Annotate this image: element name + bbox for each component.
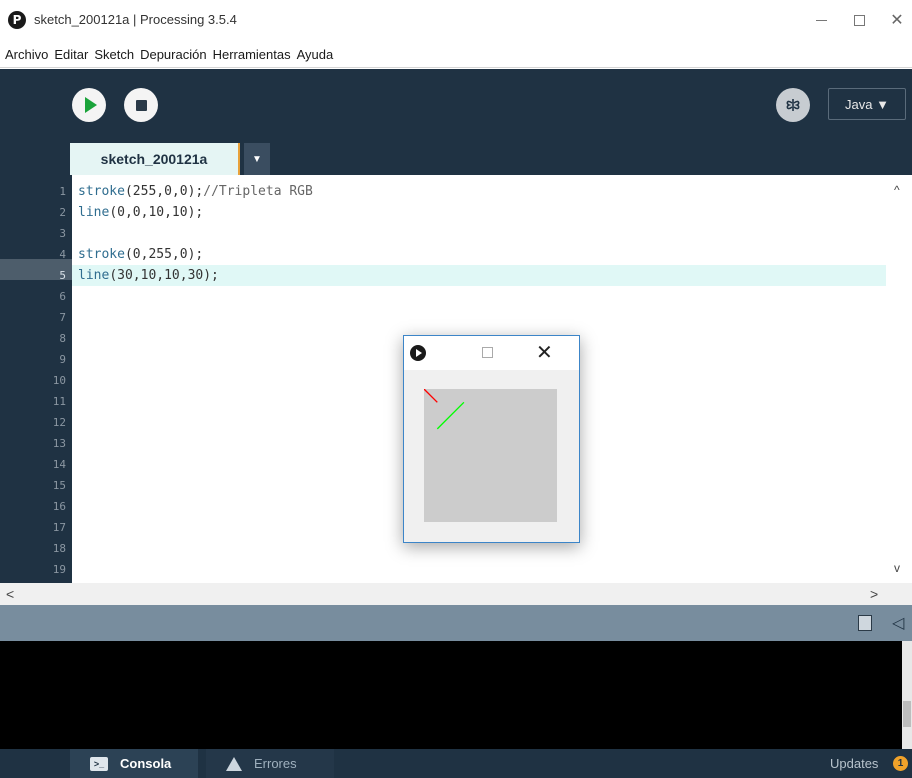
window-title: sketch_200121a | Processing 3.5.4 xyxy=(34,12,237,27)
footer-bar: >_ Consola Errores Updates 1 xyxy=(0,749,912,778)
collapse-icon[interactable]: ◁ xyxy=(892,613,904,633)
code-function: line xyxy=(78,268,110,283)
scroll-left-icon[interactable]: < xyxy=(6,586,14,602)
line-number-gutter: 1 2 3 4 5 6 7 8 9 10 11 12 13 14 15 16 17 18 19 xyxy=(0,175,72,583)
scroll-down-icon[interactable]: v xyxy=(894,561,900,575)
tab-sketch[interactable]: sketch_200121a xyxy=(70,143,240,175)
close-button[interactable]: ✕ xyxy=(874,0,912,40)
code-function: stroke xyxy=(78,247,125,262)
scroll-right-icon[interactable]: > xyxy=(870,586,878,602)
line-number: 10 xyxy=(52,374,66,387)
editor-vertical-scrollbar[interactable]: ^ v xyxy=(886,175,912,583)
code-line-4[interactable]: stroke(0,255,0); xyxy=(72,244,886,265)
code-line-5[interactable]: line(30,10,10,30); xyxy=(72,265,886,286)
updates-badge[interactable]: 1 xyxy=(893,756,908,771)
sketch-close-button[interactable]: ✕ xyxy=(536,340,553,365)
line-number: 1 xyxy=(59,185,66,198)
console-scroll-thumb[interactable] xyxy=(903,701,911,727)
line-number: 16 xyxy=(52,500,66,513)
sketch-canvas xyxy=(424,389,557,522)
sketch-maximize-button[interactable] xyxy=(482,347,493,358)
editor-horizontal-scrollbar[interactable]: < > xyxy=(0,583,912,605)
console-header: ◁ xyxy=(0,605,912,641)
butterfly-icon xyxy=(786,99,800,111)
minimize-icon xyxy=(815,19,827,21)
sketch-window-titlebar: ✕ xyxy=(404,336,579,370)
play-icon xyxy=(85,97,97,113)
line-number: 15 xyxy=(52,479,66,492)
menu-depuracion[interactable]: Depuración xyxy=(137,47,210,62)
line-number: 3 xyxy=(59,227,66,240)
code-comment: //Tripleta RGB xyxy=(203,184,313,199)
stop-icon xyxy=(135,99,147,111)
line-number: 11 xyxy=(52,395,66,408)
menu-ayuda[interactable]: Ayuda xyxy=(294,47,337,62)
sketch-output-window: ✕ xyxy=(403,335,580,543)
code-function: stroke xyxy=(78,184,125,199)
code-line-3[interactable] xyxy=(72,223,886,244)
code-line-2[interactable]: line(0,0,10,10); xyxy=(72,202,886,223)
tab-errors[interactable]: Errores xyxy=(206,749,334,778)
tab-console-label: Consola xyxy=(120,756,172,771)
line-number: 9 xyxy=(59,353,66,366)
line-number: 7 xyxy=(59,311,66,324)
menu-bar: Archivo Editar Sketch Depuración Herrami… xyxy=(0,42,912,68)
line-number: 19 xyxy=(52,563,66,576)
console-scrollbar[interactable] xyxy=(902,641,912,749)
title-bar: P sketch_200121a | Processing 3.5.4 ✕ xyxy=(0,0,912,40)
menu-editar[interactable]: Editar xyxy=(51,47,91,62)
line-number: 14 xyxy=(52,458,66,471)
sketch-line-2 xyxy=(436,401,465,430)
toolbar: Java ▼ xyxy=(0,69,912,139)
line-number: 6 xyxy=(59,290,66,303)
tab-row: sketch_200121a ▼ xyxy=(0,139,912,175)
menu-herramientas[interactable]: Herramientas xyxy=(210,47,294,62)
copy-icon[interactable] xyxy=(858,615,872,631)
code-args: (30,10,10,30); xyxy=(109,268,219,283)
line-number: 5 xyxy=(59,269,66,282)
console-icon: >_ xyxy=(90,756,108,771)
line-number: 4 xyxy=(59,248,66,261)
run-button[interactable] xyxy=(72,88,106,122)
code-args: (255,0,0); xyxy=(124,184,204,199)
tab-console[interactable]: >_ Consola xyxy=(70,749,198,778)
code-function: line xyxy=(78,205,110,220)
tab-menu-button[interactable]: ▼ xyxy=(244,143,270,175)
line-number: 8 xyxy=(59,332,66,345)
processing-logo-icon: P xyxy=(8,11,26,29)
chevron-down-icon: ▼ xyxy=(252,153,262,165)
maximize-icon xyxy=(853,14,865,26)
menu-archivo[interactable]: Archivo xyxy=(2,47,51,62)
line-number: 2 xyxy=(59,206,66,219)
line-number: 17 xyxy=(52,521,66,534)
sketch-line-1 xyxy=(424,389,438,403)
code-args: (0,0,10,10); xyxy=(109,205,204,220)
menu-sketch[interactable]: Sketch xyxy=(91,47,137,62)
scroll-up-icon[interactable]: ^ xyxy=(894,183,900,197)
updates-link[interactable]: Updates xyxy=(830,756,878,771)
close-icon: ✕ xyxy=(890,12,904,29)
debug-button[interactable] xyxy=(776,88,810,122)
console-output[interactable] xyxy=(0,641,902,749)
code-line-1[interactable]: stroke(255,0,0);//Tripleta RGB xyxy=(72,181,886,202)
sketch-logo-icon xyxy=(410,345,426,361)
warning-icon xyxy=(226,756,242,771)
mode-selector[interactable]: Java ▼ xyxy=(828,88,906,120)
line-number: 13 xyxy=(52,437,66,450)
line-number: 12 xyxy=(52,416,66,429)
tab-errors-label: Errores xyxy=(254,756,297,771)
line-number: 18 xyxy=(52,542,66,555)
stop-button[interactable] xyxy=(124,88,158,122)
code-args: (0,255,0); xyxy=(124,247,204,262)
